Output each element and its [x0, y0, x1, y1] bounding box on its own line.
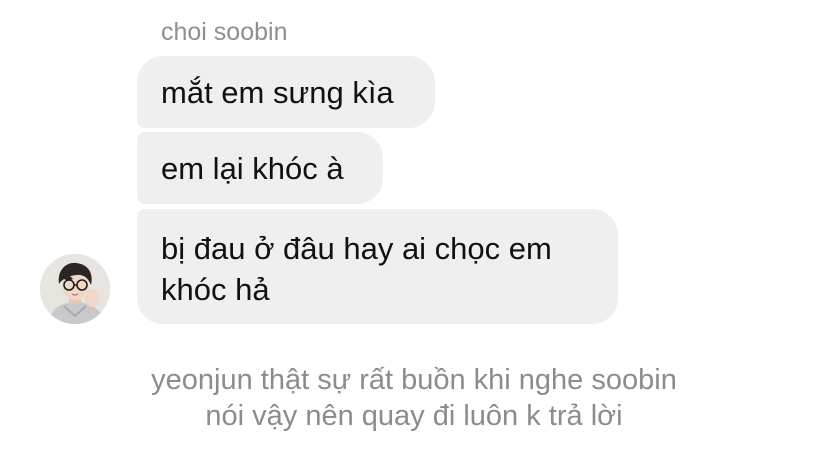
message-text: em lại khóc à — [161, 151, 344, 186]
caption: yeonjun thật sự rất buồn khi nghe soobin… — [0, 362, 828, 434]
message-text: mắt em sưng kìa — [161, 75, 394, 110]
avatar[interactable] — [40, 254, 110, 324]
message-bubble[interactable]: em lại khóc à — [137, 132, 383, 204]
message-bubble[interactable]: bị đau ở đâu hay ai chọc em khóc hả — [137, 209, 618, 324]
message-bubble[interactable]: mắt em sưng kìa — [137, 56, 435, 128]
message-text: bị đau ở đâu hay ai chọc em — [161, 231, 552, 266]
message-text: khóc hả — [161, 272, 270, 307]
caption-line: yeonjun thật sự rất buồn khi nghe soobin — [151, 364, 677, 396]
caption-line: nói vậy nên quay đi luôn k trả lời — [205, 400, 623, 432]
avatar-photo-icon — [40, 254, 110, 324]
sender-name: choi soobin — [161, 18, 288, 46]
